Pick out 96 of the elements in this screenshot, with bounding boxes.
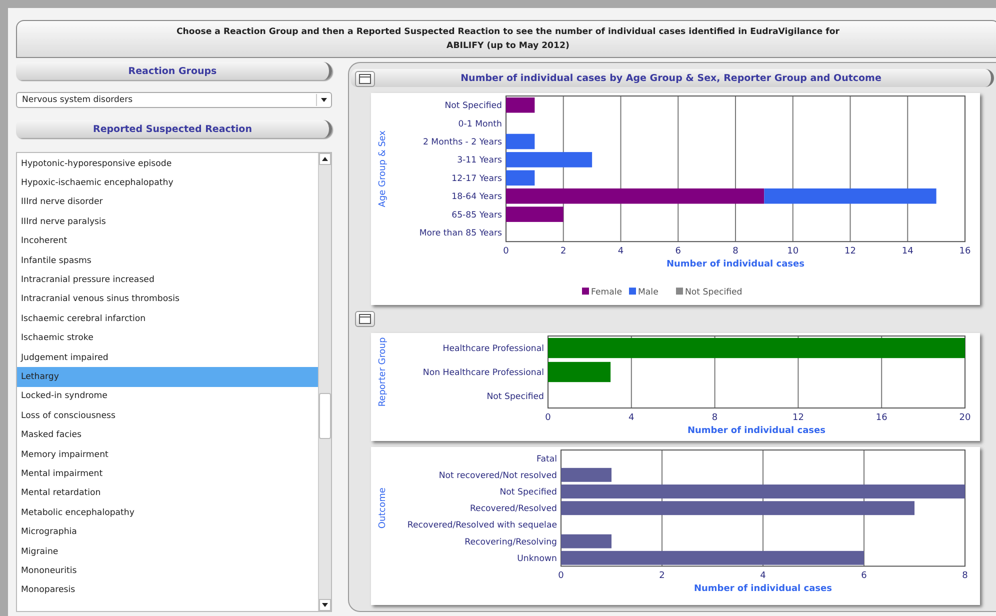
bar [506,134,535,150]
category-label: Fatal [536,454,557,464]
bar [506,170,535,186]
axis-tick-label: 4 [760,571,766,582]
legend-label: Female [591,288,622,298]
up-arrow-icon [322,157,328,161]
reaction-list-item[interactable]: Metabolic encephalopathy [17,503,318,522]
section-header: Reaction Groups [16,62,332,80]
reaction-list-item[interactable]: Hypoxic-ischaemic encephalopathy [17,173,318,193]
reaction-list-item[interactable]: Judgement impaired [17,348,318,368]
axis-title: Reporter Group [378,337,388,407]
axis-tick-label: 12 [844,246,856,257]
legend-item: Not Specified [676,288,742,298]
legend-item: Female [582,288,622,298]
category-label: More than 85 Years [419,228,502,238]
bar [506,206,564,222]
category-label: 12-17 Years [452,174,502,184]
axis-tick-label: 8 [962,571,968,582]
reaction-list[interactable] [16,152,332,612]
reaction-list-item[interactable]: Mononeuritis [17,561,318,581]
reaction-list-item[interactable]: Migraine [17,542,318,562]
category-label: 0-1 Month [458,119,502,130]
axis-tick-label: 16 [876,413,888,423]
reaction-group-dropdown[interactable]: Nervous system disorders [16,92,332,108]
reaction-list-item[interactable]: Loss of consciousness [17,406,318,426]
axis-title: Age Group & Sex [378,130,388,208]
axis-tick-label: 6 [861,571,867,582]
category-label: 3-11 Years [457,156,502,166]
axis-tick-label: 2 [560,246,566,257]
scrollbar[interactable] [318,153,331,611]
reaction-list-item[interactable]: Ischaemic stroke [17,328,318,348]
axis-tick-label: 2 [659,571,665,582]
bar [561,534,612,548]
axis-title: Number of individual cases [694,584,832,594]
scroll-down-button[interactable] [319,599,331,611]
dropdown-caret-icon [321,98,327,102]
reaction-list-item[interactable]: Infantile spasms [17,250,318,270]
axis-tick-label: 16 [959,246,971,257]
reaction-list-item[interactable]: Monoparesis [17,580,318,600]
axis-tick-label: 20 [959,413,971,423]
legend-item: Male [629,288,658,298]
panel-title: Number of individual cases by Age Group & Sex, Reporter Group and Outcome [351,69,994,87]
reaction-list-item[interactable]: Micrographia [17,522,318,542]
axis-tick-label: 6 [675,246,681,257]
category-label: Not Specified [444,101,502,112]
axis-tick-label: 4 [628,413,634,423]
bar [548,362,611,382]
table-view-button[interactable] [355,311,375,327]
axis-tick-label: 10 [787,246,799,257]
section-header: Reported Suspected Reaction [16,120,332,138]
reaction-list-item[interactable]: Lethargy [17,367,318,387]
reaction-list-item[interactable]: Intracranial pressure increased [17,270,318,290]
reaction-list-item[interactable]: Intracranial venous sinus thrombosis [17,290,318,310]
axis-title: Number of individual cases [688,426,826,436]
reaction-list-item[interactable]: Hypotonic-hyporesponsive episode [17,154,318,174]
category-label: Not recovered/Not resolved [438,470,557,481]
table-view-button[interactable] [355,71,375,87]
scroll-up-button[interactable] [319,153,331,165]
axis-tick-label: 0 [558,571,564,582]
axis-tick-label: 4 [618,246,624,257]
reaction-list-item[interactable]: Locked-in syndrome [17,386,318,406]
category-label: Unknown [517,554,557,564]
category-label: Recovered/Resolved with sequelae [407,520,557,531]
category-label: Non Healthcare Professional [422,368,544,378]
reaction-list-item[interactable]: Ischaemic cerebral infarction [17,309,318,329]
axis-title: Outcome [378,488,388,529]
axis-title: Number of individual cases [666,260,804,270]
category-label: Not Specified [500,488,557,498]
table-icon [359,314,371,324]
page-title: Choose a Reaction Group and then a Reported Suspected Reaction to see the number of individual cases identified in EudraVigilance for ABILIFY (up to May 2012) [16,20,996,58]
category-label: 65-85 Years [452,210,502,220]
axis-tick-label: 8 [732,246,738,257]
category-label: Not Specified [486,392,544,402]
axis-tick-label: 14 [902,246,914,257]
legend-label: Male [638,288,658,298]
reaction-list-item[interactable]: Masked facies [17,425,318,445]
bar [506,97,535,113]
axis-tick-label: 0 [503,246,509,257]
table-icon [359,74,371,84]
reaction-list-item[interactable]: Mental impairment [17,464,318,484]
reaction-list-item[interactable]: Memory impairment [17,444,318,464]
reaction-list-item[interactable]: Mental retardation [17,484,318,504]
bar [561,468,612,482]
reaction-list-item[interactable]: IIIrd nerve paralysis [17,212,318,232]
category-label: Recovered/Resolved [470,504,557,514]
scrollbar-thumb[interactable] [319,393,331,439]
axis-tick-label: 8 [712,413,718,423]
category-label: 2 Months - 2 Years [422,138,502,148]
down-arrow-icon [322,603,328,607]
category-label: Recovering/Resolving [464,537,557,548]
reaction-list-item[interactable]: IIIrd nerve disorder [17,192,318,212]
category-label: 18-64 Years [452,192,502,202]
reaction-list-item[interactable]: Incoherent [17,232,318,251]
category-label: Healthcare Professional [442,344,544,354]
axis-tick-label: 12 [792,413,804,423]
axis-tick-label: 0 [545,413,551,423]
